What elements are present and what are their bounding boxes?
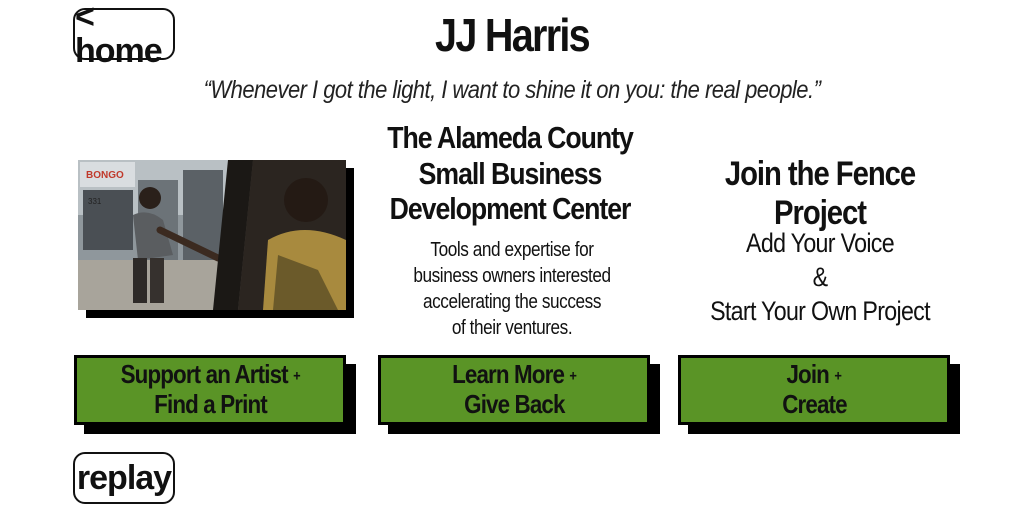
button-line: Learn More <box>452 359 565 390</box>
button-line: Support an Artist <box>120 359 288 390</box>
start-project-text: Start Your Own Project <box>710 296 930 326</box>
artist-quote: “Whenever I got the light, I want to shi… <box>203 76 821 104</box>
address-number: 331 <box>88 197 102 206</box>
sbdc-title-line: Development Center <box>389 191 632 227</box>
sbdc-description: Tools and expertise for business owners … <box>392 237 633 341</box>
sbdc-description-line: Tools and expertise for <box>430 239 594 261</box>
sbdc-description-line: of their ventures. <box>451 317 573 339</box>
button-line: Give Back <box>463 389 565 419</box>
sbdc-description-line: accelerating the success <box>422 291 602 313</box>
artist-photo: BONGO 331 <box>78 160 346 310</box>
sbdc-title-line: The Alameda County <box>387 120 634 155</box>
ampersand-text: & <box>812 262 828 292</box>
learn-more-button[interactable]: Learn More + Give Back <box>378 355 650 425</box>
artist-name: JJ Harris <box>435 9 591 61</box>
sbdc-title-line: Small Business <box>418 155 603 191</box>
add-your-voice-text: Add Your Voice <box>746 228 895 258</box>
sbdc-title: The Alameda County Small Business Develo… <box>381 120 639 227</box>
plus-sign: + <box>834 367 843 385</box>
join-create-button[interactable]: Join + Create <box>678 355 950 425</box>
button-line: Find a Print <box>153 389 268 419</box>
replay-button[interactable]: replay <box>73 452 175 504</box>
support-artist-button[interactable]: Support an Artist + Find a Print <box>74 355 346 425</box>
fence-project-title: Join the Fence Project <box>724 155 916 233</box>
sbdc-description-line: business owners interested <box>413 265 611 287</box>
button-line: Join <box>786 359 830 390</box>
plus-sign: + <box>292 367 301 385</box>
photo-illustration: BONGO 331 <box>78 160 346 310</box>
storefront-sign: BONGO <box>86 170 124 181</box>
button-line: Create <box>781 389 847 419</box>
plus-sign: + <box>569 367 577 385</box>
